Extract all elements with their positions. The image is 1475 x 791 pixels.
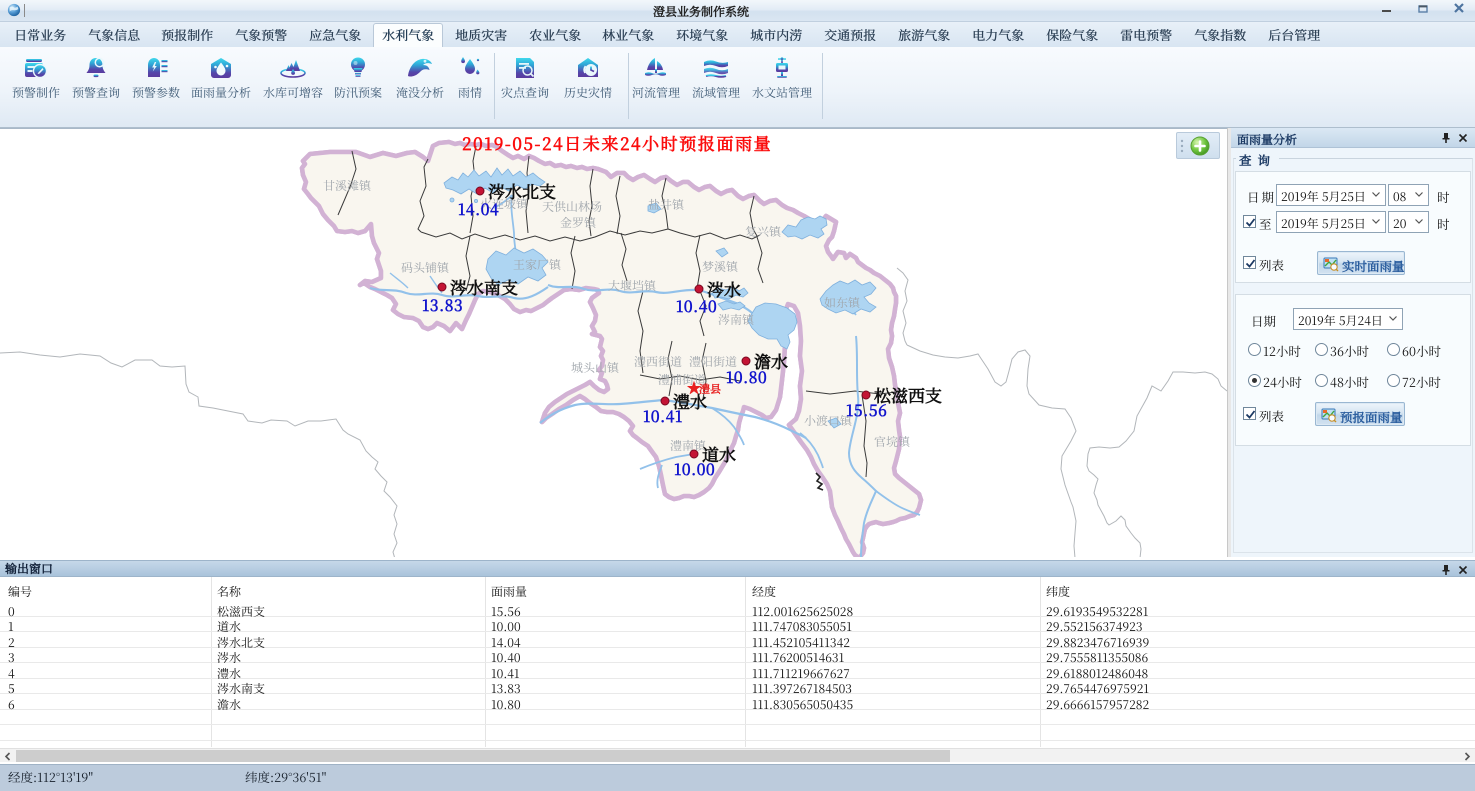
svg-text:大堰垱镇: 大堰垱镇 (608, 277, 657, 294)
svg-text:城头山镇: 城头山镇 (571, 359, 620, 376)
svg-text:澧西街道: 澧西街道 (634, 353, 682, 370)
svg-text:13.83: 13.83 (422, 294, 463, 316)
svg-text:金罗镇: 金罗镇 (560, 214, 597, 231)
svg-text:码头铺镇: 码头铺镇 (401, 259, 450, 276)
svg-text:10.40: 10.40 (676, 295, 717, 317)
svg-text:14.04: 14.04 (458, 198, 499, 220)
svg-text:澧县: 澧县 (699, 381, 721, 397)
svg-text:涔南镇: 涔南镇 (718, 311, 755, 328)
svg-text:甘溪滩镇: 甘溪滩镇 (323, 177, 372, 194)
svg-text:10.80: 10.80 (726, 366, 767, 388)
svg-text:盐井镇: 盐井镇 (648, 196, 685, 213)
svg-text:王家厂镇: 王家厂镇 (513, 256, 562, 273)
svg-text:10.41: 10.41 (643, 405, 683, 427)
svg-text:复兴镇: 复兴镇 (745, 223, 782, 240)
svg-text:如东镇: 如东镇 (824, 294, 861, 311)
svg-text:梦溪镇: 梦溪镇 (702, 258, 739, 275)
svg-text:10.00: 10.00 (674, 458, 715, 480)
svg-text:官垸镇: 官垸镇 (874, 433, 911, 450)
svg-text:15.56: 15.56 (846, 399, 887, 421)
